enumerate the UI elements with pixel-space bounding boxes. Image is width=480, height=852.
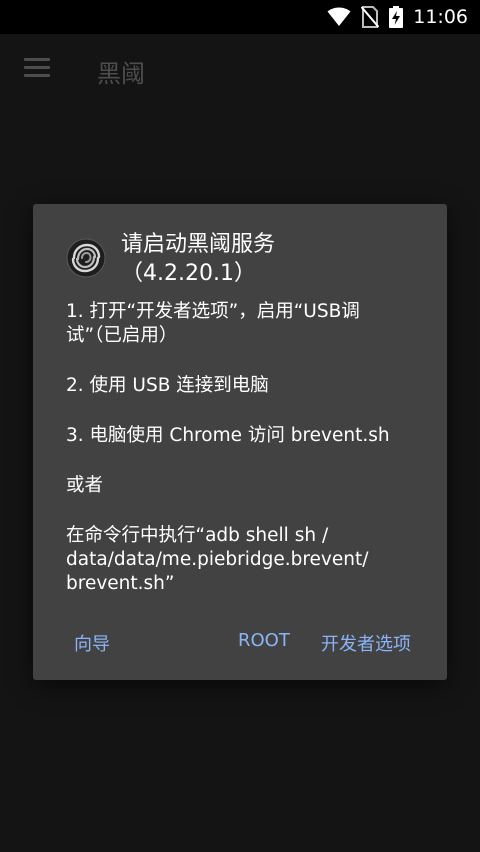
status-bar: 11:06 <box>0 0 480 34</box>
menu-icon[interactable] <box>24 58 50 78</box>
battery-charging-icon <box>389 6 404 28</box>
start-service-dialog: 请启动黑阈服务 （4.2.20.1） 1. 打开“开发者选项”，启用“USB调 … <box>33 204 447 680</box>
command-line1: 在命令行中执行“adb shell sh / <box>66 525 329 546</box>
status-icons: 11:06 <box>327 4 468 30</box>
step2: 2. 使用 USB 连接到电脑 <box>66 375 269 396</box>
step1-line2: 试”（已启用） <box>66 325 178 346</box>
guide-button[interactable]: 向导 <box>74 630 110 656</box>
status-time: 11:06 <box>413 6 468 28</box>
wifi-icon <box>327 7 351 26</box>
dialog-title-version: （4.2.20.1） <box>121 261 256 286</box>
step1: 1. 打开“开发者选项”，启用“USB调 试”（已启用） <box>66 300 416 348</box>
no-sim-icon <box>361 6 380 28</box>
app-title: 黑阈 <box>97 60 145 88</box>
dialog-title-line1: 请启动黑阈服务 <box>121 232 276 257</box>
dialog-title: 请启动黑阈服务 （4.2.20.1） <box>121 230 351 288</box>
command-line2: data/data/me.piebridge.brevent/ <box>66 549 369 570</box>
command-instruction: 在命令行中执行“adb shell sh / data/data/me.pieb… <box>66 524 416 596</box>
app-bar: 黑阈 <box>0 34 480 106</box>
root-button[interactable]: ROOT <box>238 630 290 651</box>
developer-options-button[interactable]: 开发者选项 <box>321 630 411 656</box>
brevent-logo-icon <box>66 238 106 278</box>
command-line3: brevent.sh” <box>66 573 175 594</box>
step1-line1: 1. 打开“开发者选项”，启用“USB调 <box>66 301 360 322</box>
step3: 3. 电脑使用 Chrome 访问 brevent.sh <box>66 425 390 446</box>
dialog-body: 1. 打开“开发者选项”，启用“USB调 试”（已启用） 2. 使用 USB 连… <box>66 300 416 622</box>
or-text: 或者 <box>66 475 104 496</box>
dialog-actions: 向导 ROOT 开发者选项 <box>33 630 447 660</box>
